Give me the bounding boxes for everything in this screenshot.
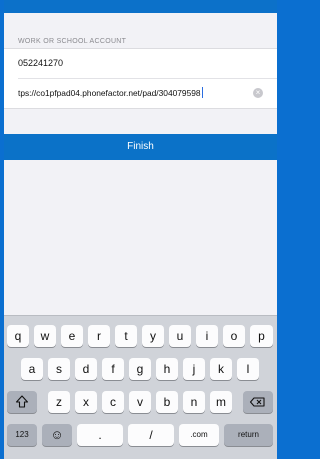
key-p[interactable]: p <box>250 325 273 347</box>
screen: WORK OR SCHOOL ACCOUNT 052241270 tps://c… <box>4 0 277 459</box>
url-field[interactable]: tps://co1pfpad04.phonefactor.net/pad/304… <box>18 87 242 98</box>
key-q[interactable]: q <box>7 325 29 347</box>
numbers-key[interactable]: 123 <box>7 424 37 446</box>
key-m[interactable]: m <box>210 391 232 413</box>
dotcom-key[interactable]: .com <box>179 424 219 446</box>
key-f[interactable]: f <box>102 358 124 380</box>
emoji-key[interactable]: ☺ <box>42 424 72 446</box>
top-bar <box>4 0 277 13</box>
key-j[interactable]: j <box>183 358 205 380</box>
account-form-card: 052241270 tps://co1pfpad04.phonefactor.n… <box>4 48 277 109</box>
key-h[interactable]: h <box>156 358 178 380</box>
key-y[interactable]: y <box>142 325 164 347</box>
key-o[interactable]: o <box>223 325 245 347</box>
key-t[interactable]: t <box>115 325 137 347</box>
key-a[interactable]: a <box>21 358 43 380</box>
key-i[interactable]: i <box>196 325 218 347</box>
key-u[interactable]: u <box>169 325 191 347</box>
slash-key[interactable]: / <box>128 424 174 446</box>
field-divider <box>18 78 277 79</box>
shift-icon <box>15 395 29 408</box>
key-g[interactable]: g <box>129 358 151 380</box>
dot-key[interactable]: . <box>77 424 123 446</box>
key-b[interactable]: b <box>156 391 178 413</box>
text-cursor <box>201 87 203 98</box>
url-field-text: tps://co1pfpad04.phonefactor.net/pad/304… <box>18 88 201 98</box>
key-z[interactable]: z <box>48 391 70 413</box>
key-c[interactable]: c <box>102 391 124 413</box>
account-number-field[interactable]: 052241270 <box>18 58 63 68</box>
clear-icon[interactable]: × <box>253 88 263 98</box>
key-x[interactable]: x <box>75 391 97 413</box>
key-w[interactable]: w <box>34 325 56 347</box>
key-r[interactable]: r <box>88 325 110 347</box>
backspace-icon <box>249 397 265 407</box>
on-screen-keyboard: q w e r t y u i o p a s d f g h j k l z … <box>4 315 277 459</box>
key-k[interactable]: k <box>210 358 232 380</box>
key-e[interactable]: e <box>61 325 83 347</box>
return-key[interactable]: return <box>224 424 273 446</box>
section-label: WORK OR SCHOOL ACCOUNT <box>18 38 127 45</box>
key-v[interactable]: v <box>129 391 151 413</box>
key-n[interactable]: n <box>183 391 205 413</box>
key-d[interactable]: d <box>75 358 97 380</box>
key-l[interactable]: l <box>237 358 259 380</box>
key-s[interactable]: s <box>48 358 70 380</box>
finish-button[interactable]: Finish <box>4 134 277 160</box>
delete-key[interactable] <box>243 391 273 413</box>
shift-key[interactable] <box>7 391 37 413</box>
